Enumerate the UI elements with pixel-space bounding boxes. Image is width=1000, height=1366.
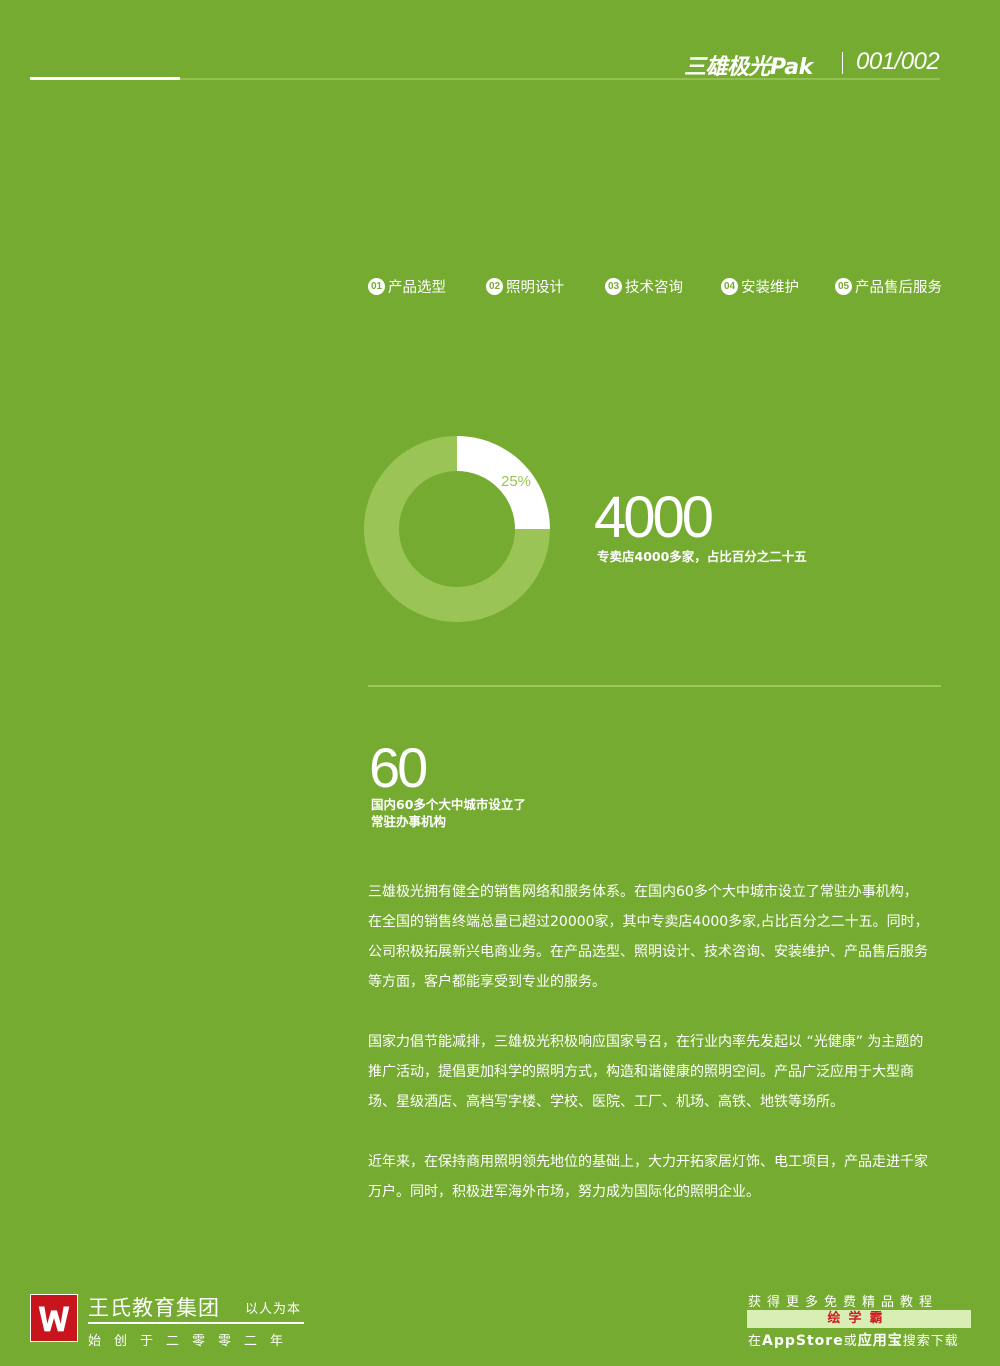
store-count-caption: 专卖店4000多家，占比百分之二十五 bbox=[597, 549, 807, 564]
paragraph-sales-network: 三雄极光拥有健全的销售网络和服务体系。在国内60多个大中城市设立了常驻办事机构，… bbox=[368, 884, 929, 990]
tab-label: 照明设计 bbox=[506, 279, 564, 296]
page-number: 001/002 bbox=[856, 48, 940, 75]
org-name: 王氏教育集团 bbox=[88, 1296, 220, 1320]
appstore-link[interactable]: AppStore bbox=[762, 1333, 844, 1349]
tab-technical-consulting[interactable]: 03 技术咨询 bbox=[605, 275, 683, 297]
tab-product-selection[interactable]: 01 产品选型 bbox=[368, 275, 446, 297]
tab-number-badge: 04 bbox=[721, 277, 738, 295]
tab-lighting-design[interactable]: 02 照明设计 bbox=[486, 275, 564, 297]
section-divider bbox=[368, 685, 941, 687]
city-count-value: 60 bbox=[369, 736, 428, 799]
tab-number-badge: 03 bbox=[605, 277, 622, 295]
city-count-caption-line1: 国内60多个大中城市设立了 bbox=[371, 797, 526, 812]
promo-app-name[interactable]: 绘学霸 bbox=[747, 1310, 971, 1328]
tab-number-badge: 02 bbox=[486, 277, 503, 295]
tab-label: 安装维护 bbox=[741, 279, 799, 296]
tab-label: 技术咨询 bbox=[625, 279, 683, 296]
promo-headline: 获得更多免费精品教程 bbox=[748, 1295, 939, 1310]
donut-hole bbox=[399, 471, 515, 587]
yingyongbao-link[interactable]: 应用宝 bbox=[858, 1333, 903, 1349]
header-rule-accent bbox=[30, 77, 180, 80]
paragraph-expansion: 近年来，在保持商用照明领先地位的基础上，大力开拓家居灯饰、电工项目，产品走进千家… bbox=[368, 1154, 928, 1200]
org-slogan: 以人为本 bbox=[245, 1302, 302, 1317]
service-tabs: 01 产品选型 02 照明设计 03 技术咨询 04 安装维护 05 产品售后服… bbox=[368, 275, 958, 297]
tab-number-badge: 01 bbox=[368, 277, 385, 295]
tab-label: 产品选型 bbox=[388, 279, 446, 296]
wang-education-logo bbox=[30, 1294, 78, 1342]
header-separator bbox=[842, 52, 843, 74]
promo-text-pre: 在 bbox=[748, 1334, 763, 1349]
promo-download-line: 在AppStore或应用宝搜索下载 bbox=[748, 1330, 959, 1350]
city-count-caption: 国内60多个大中城市设立了 常驻办事机构 bbox=[371, 796, 526, 830]
tab-number-badge: 05 bbox=[835, 277, 852, 295]
city-count-caption-line2: 常驻办事机构 bbox=[371, 814, 447, 829]
tab-label: 产品售后服务 bbox=[855, 279, 942, 296]
body-text: 三雄极光拥有健全的销售网络和服务体系。在国内60多个大中城市设立了常驻办事机构，… bbox=[368, 877, 948, 1237]
promo-text-post: 搜索下载 bbox=[902, 1334, 959, 1349]
tab-installation-maintenance[interactable]: 04 安装维护 bbox=[721, 275, 799, 297]
promo-text-mid: 或 bbox=[843, 1334, 858, 1349]
org-founded: 始创于二零零二年 bbox=[88, 1334, 297, 1349]
brand-logo: 三雄极光Pak bbox=[684, 55, 813, 80]
org-underline bbox=[88, 1322, 304, 1324]
store-share-donut-chart: 25% bbox=[364, 436, 550, 622]
paragraph-energy-saving: 国家力倡节能减排，三雄极光积极响应国家号召，在行业内率先发起以 “光健康” 为主… bbox=[368, 1034, 924, 1110]
tab-after-sales-service[interactable]: 05 产品售后服务 bbox=[835, 275, 942, 297]
store-count-value: 4000 bbox=[594, 485, 714, 550]
slice-label-percent: 25% bbox=[501, 473, 531, 490]
